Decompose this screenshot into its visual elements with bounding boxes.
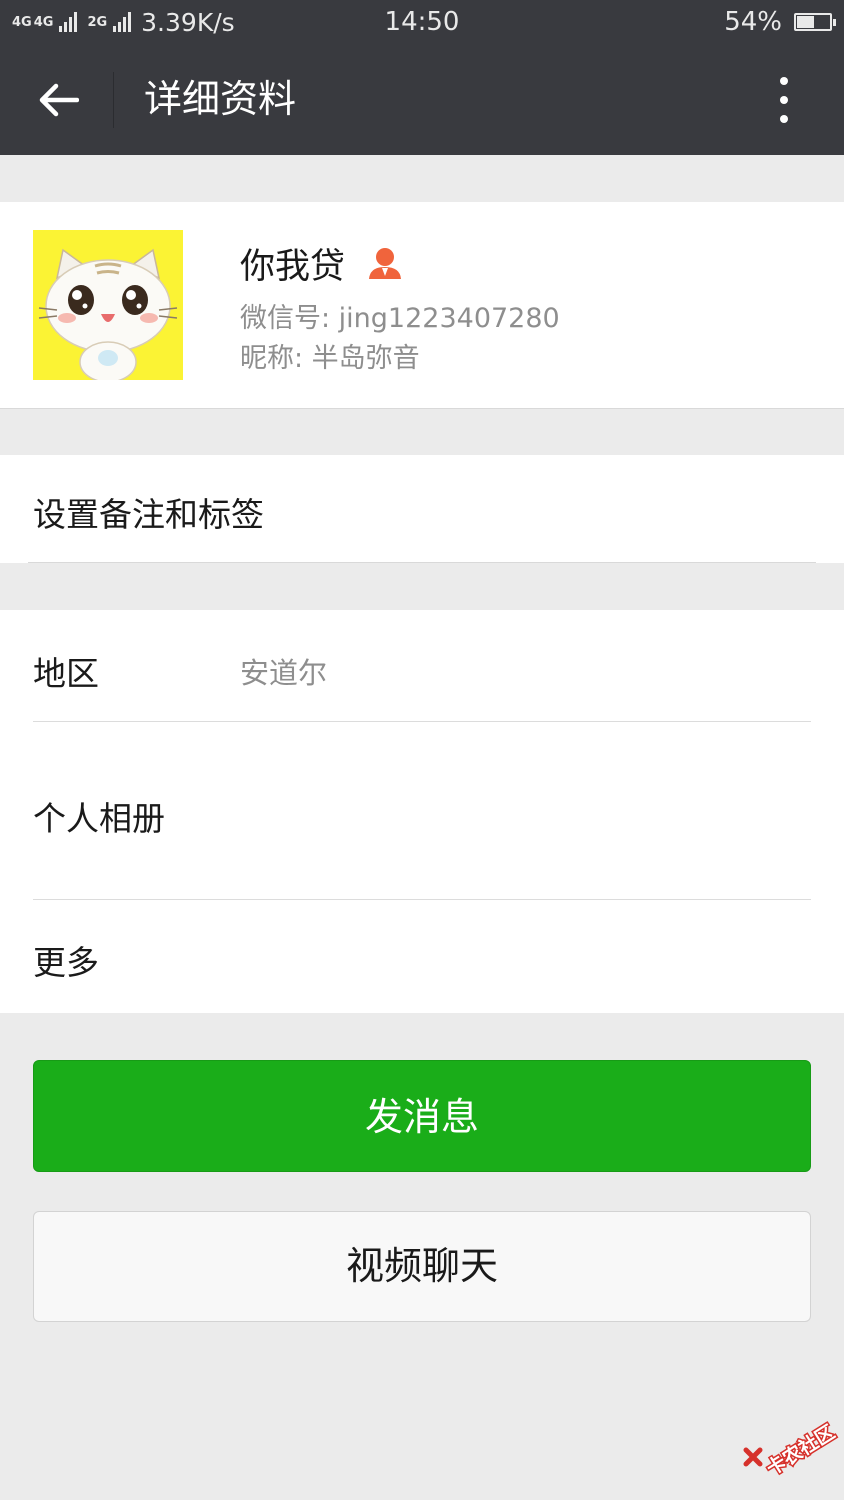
more-row[interactable]: 更多 — [0, 900, 844, 1013]
watermark-icon: 卡农社区 — [743, 1419, 840, 1482]
divider — [28, 562, 816, 563]
status-right: 54% — [724, 0, 836, 44]
profile-name: 你我贷 — [240, 246, 346, 287]
avatar[interactable] — [33, 230, 183, 383]
svg-text:卡农社区: 卡农社区 — [762, 1420, 839, 1480]
title-divider — [113, 72, 114, 128]
more-options-button[interactable] — [764, 72, 804, 128]
battery-icon — [794, 13, 836, 31]
back-button[interactable] — [30, 72, 86, 128]
page-title: 详细资料 — [144, 77, 297, 121]
region-label: 地区 — [33, 654, 99, 693]
watermark-logo: 卡农社区 — [740, 1419, 840, 1482]
profile-name-row: 你我贷 — [240, 238, 403, 288]
arrow-left-icon — [39, 83, 79, 117]
personal-album-row[interactable]: 个人相册 — [0, 722, 844, 900]
nickname: 昵称: 半岛弥音 — [240, 343, 420, 374]
set-remark-tags-row[interactable]: 设置备注和标签 — [0, 455, 844, 563]
battery-fill — [797, 16, 815, 28]
info-section: 地区 安道尔 个人相册 更多 — [0, 610, 844, 1013]
video-chat-button[interactable]: 视频聊天 — [33, 1211, 811, 1322]
title-bar: 详细资料 — [0, 44, 844, 155]
region-value: 安道尔 — [240, 656, 328, 690]
battery-percent: 54% — [724, 7, 782, 37]
send-message-button[interactable]: 发消息 — [33, 1060, 811, 1172]
profile-card: 你我贷 微信号: jing1223407280 昵称: 半岛弥音 — [0, 202, 844, 409]
vertical-dots-icon — [780, 77, 788, 85]
wechat-id: 微信号: jing1223407280 — [240, 303, 560, 334]
status-time: 14:50 — [384, 7, 460, 37]
set-remark-tags-label: 设置备注和标签 — [33, 495, 264, 534]
status-bar: 4G 4G 2G 3.39K/s 14:50 54% — [0, 0, 844, 44]
personal-album-label: 个人相册 — [33, 799, 165, 838]
region-row: 地区 安道尔 — [0, 610, 844, 722]
person-badge-icon — [369, 248, 402, 279]
more-label: 更多 — [33, 943, 99, 982]
cat-avatar-image — [38, 248, 178, 383]
